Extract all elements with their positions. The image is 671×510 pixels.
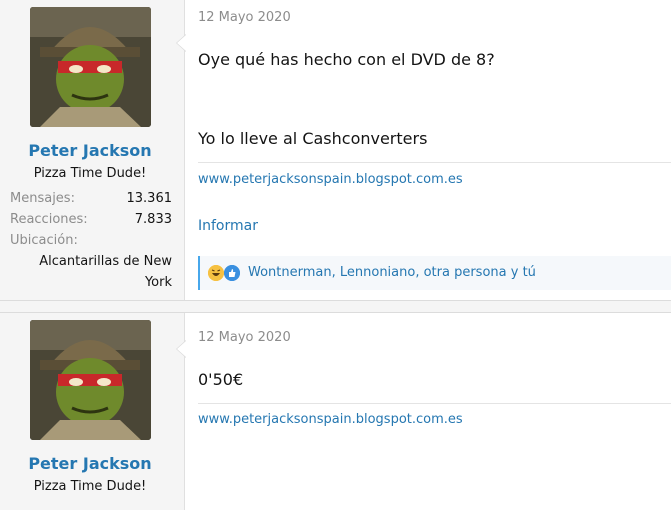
- post-body-line: Yo lo lleve al Cashconverters: [198, 129, 428, 148]
- user-panel: Peter Jackson Pizza Time Dude! Mensajes:…: [0, 0, 185, 300]
- signature-link[interactable]: www.peterjacksonspain.blogspot.com.es: [198, 412, 463, 427]
- signature-divider: [198, 403, 671, 404]
- like-emoji-icon: [224, 265, 240, 281]
- signature-divider: [198, 162, 671, 163]
- avatar[interactable]: [30, 7, 151, 127]
- stat-messages: Mensajes: 13.361: [10, 191, 172, 206]
- signature-link[interactable]: www.peterjacksonspain.blogspot.com.es: [198, 172, 463, 187]
- stat-label: Ubicación:: [10, 233, 78, 248]
- post-date[interactable]: 12 Mayo 2020: [198, 10, 291, 25]
- speech-arrow: [176, 340, 186, 358]
- stat-reactions: Reacciones: 7.833: [10, 212, 172, 227]
- username[interactable]: Peter Jackson: [0, 454, 180, 473]
- avatar-image: [30, 7, 151, 127]
- post-2: Peter Jackson Pizza Time Dude! 12 Mayo 2…: [0, 313, 671, 510]
- stat-value: 13.361: [126, 191, 173, 206]
- reactions-text[interactable]: Wontnerman, Lennoniano, otra persona y t…: [248, 265, 536, 280]
- stat-label: Mensajes:: [10, 191, 75, 206]
- user-title: Pizza Time Dude!: [33, 479, 147, 494]
- post-date[interactable]: 12 Mayo 2020: [198, 330, 291, 345]
- laugh-emoji-icon: [208, 265, 224, 281]
- stat-label: Reacciones:: [10, 212, 88, 227]
- avatar-image: [30, 320, 151, 440]
- location-value: Alcantarillas de New York: [39, 254, 172, 290]
- stat-location: Ubicación:: [10, 233, 172, 248]
- report-link[interactable]: Informar: [198, 218, 258, 234]
- post-separator: [0, 300, 671, 313]
- user-panel: Peter Jackson Pizza Time Dude!: [0, 313, 185, 510]
- reactions-bar[interactable]: Wontnerman, Lennoniano, otra persona y t…: [198, 256, 671, 290]
- post-body-line: Oye qué has hecho con el DVD de 8?: [198, 50, 495, 69]
- username[interactable]: Peter Jackson: [0, 141, 180, 160]
- post-1: Peter Jackson Pizza Time Dude! Mensajes:…: [0, 0, 671, 300]
- user-title: Pizza Time Dude!: [33, 166, 147, 181]
- speech-arrow: [176, 34, 186, 52]
- post-body-line: 0'50€: [198, 370, 244, 389]
- avatar[interactable]: [30, 320, 151, 440]
- stat-value: 7.833: [134, 212, 172, 227]
